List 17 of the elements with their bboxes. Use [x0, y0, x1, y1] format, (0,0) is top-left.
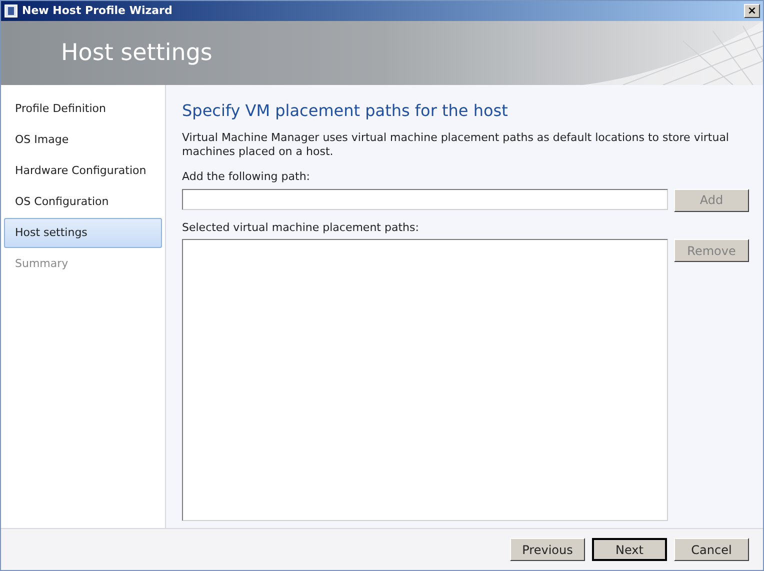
window-icon: [4, 4, 18, 18]
sidebar-item[interactable]: Hardware Configuration: [4, 156, 162, 186]
description-text: Virtual Machine Manager uses virtual machine placement paths as default locations to store virtual machines placed on a host.: [182, 131, 730, 159]
path-label: Add the following path:: [182, 169, 312, 185]
sidebar-item[interactable]: OS Configuration: [4, 187, 162, 217]
footer-button[interactable]: Cancel: [674, 538, 749, 561]
list-label: Selected virtual machine placement paths:: [182, 220, 420, 236]
sidebar-item[interactable]: OS Image: [4, 125, 162, 155]
window-title: New Host Profile Wizard: [22, 2, 174, 19]
header-title: Host settings: [61, 38, 212, 68]
close-button[interactable]: ×: [744, 4, 760, 18]
path-field[interactable]: [182, 188, 668, 210]
sidebar-item[interactable]: Profile Definition: [4, 94, 162, 124]
page-heading: Specify VM placement paths for the host: [182, 100, 509, 122]
sidebar-item[interactable]: Host settings: [4, 218, 162, 248]
footer-button[interactable]: Previous: [510, 538, 585, 561]
footer-button[interactable]: Next: [592, 538, 667, 561]
